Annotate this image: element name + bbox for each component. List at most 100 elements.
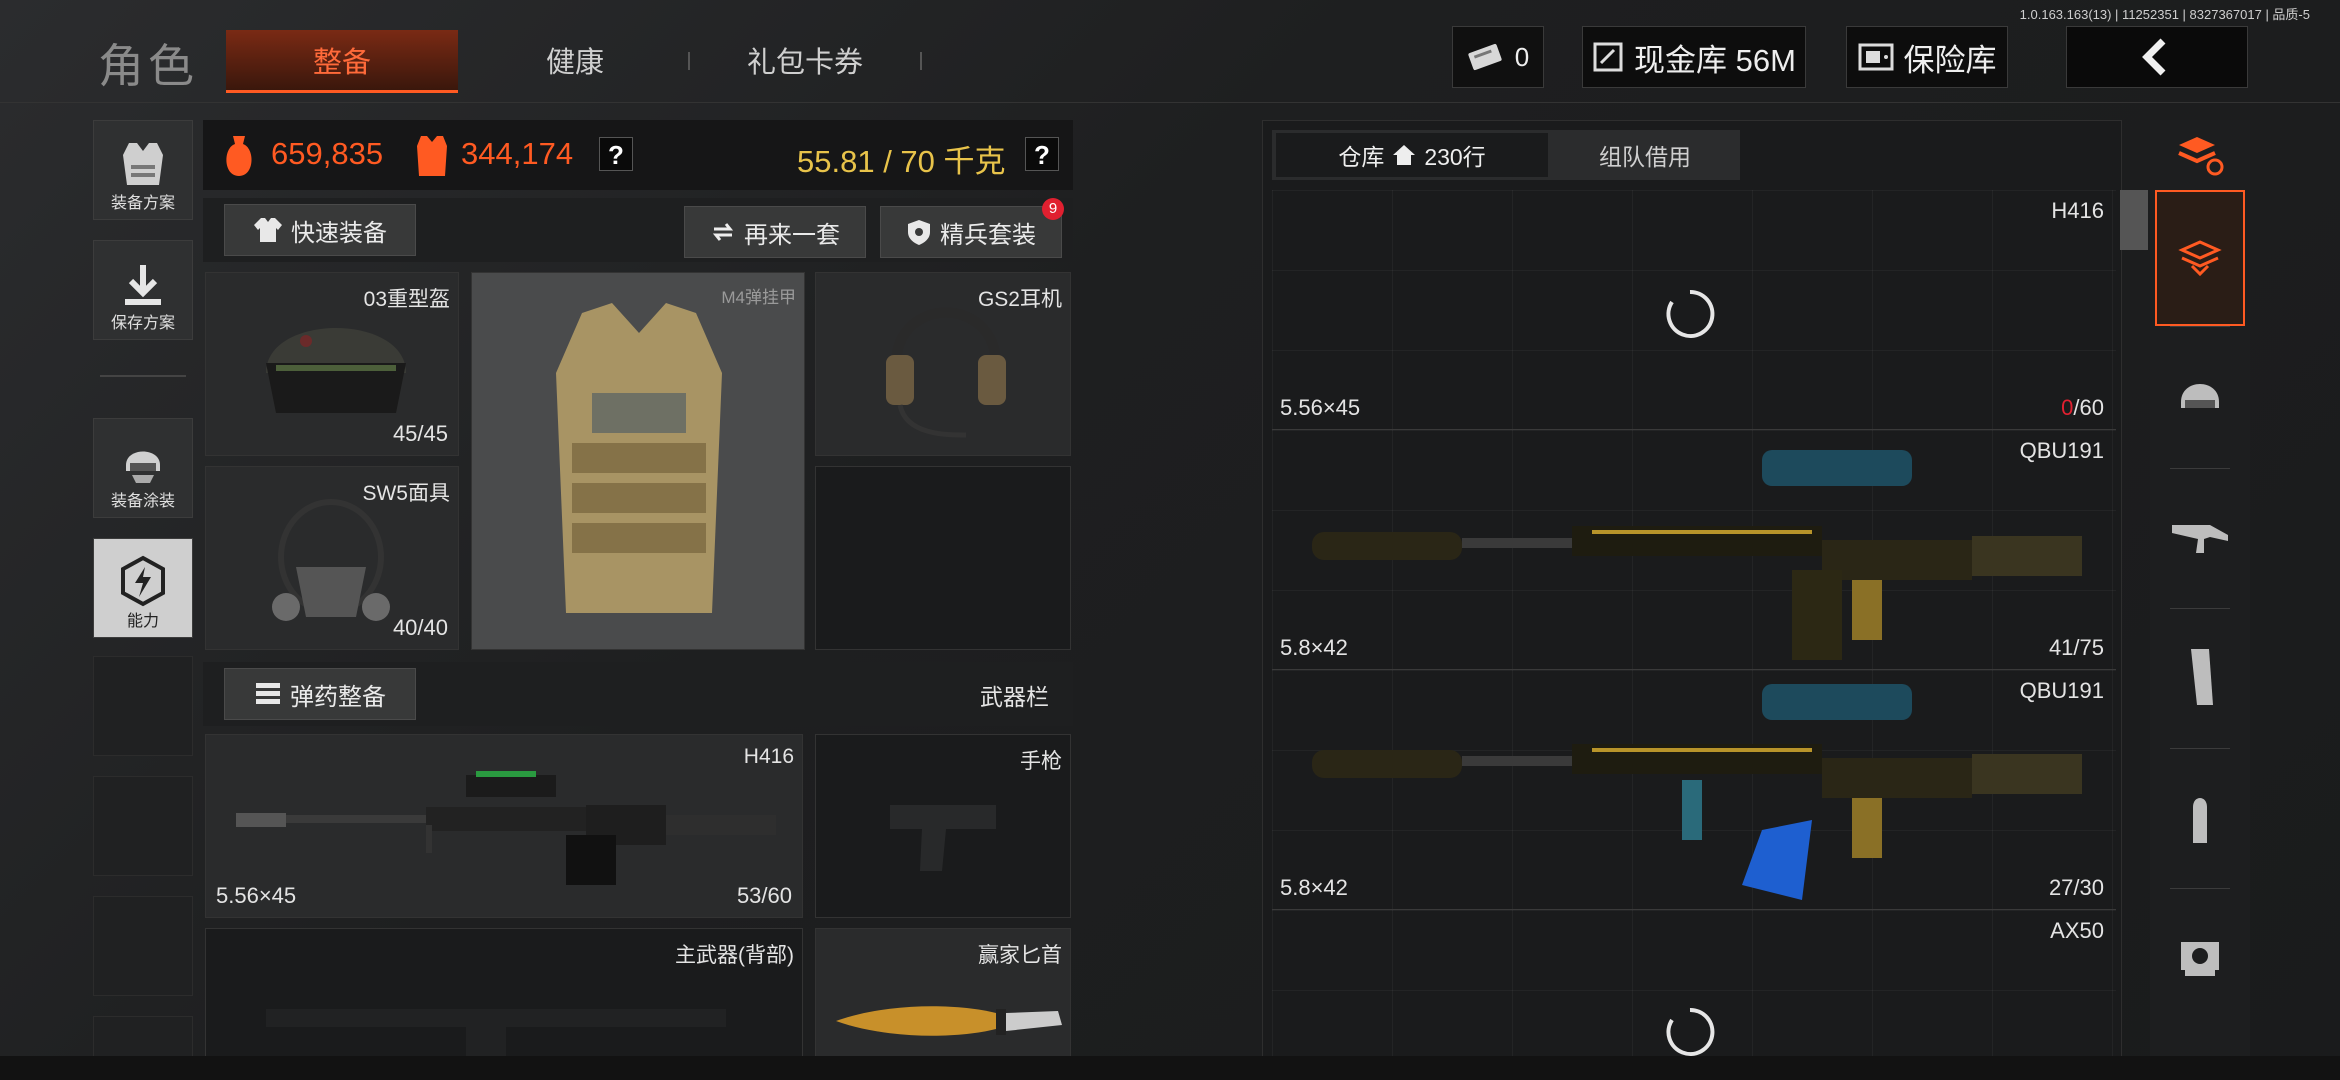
weight-text: 55.81 / 70 千克 xyxy=(797,144,1006,179)
quick-equip-button[interactable]: 快速装备 xyxy=(224,204,416,256)
category-storage[interactable] xyxy=(2155,190,2245,326)
ammo-button[interactable]: 弹药整备 xyxy=(224,668,416,720)
magazine-icon xyxy=(2191,649,2213,705)
home-icon xyxy=(1393,145,1416,165)
storage-item-ammo: 0/60 xyxy=(2061,395,2104,421)
category-scope[interactable] xyxy=(2155,912,2245,1002)
layers-refresh-icon xyxy=(2178,137,2224,176)
headset-slot[interactable]: GS2耳机 xyxy=(815,272,1071,456)
save-plan-button[interactable]: 保存方案 xyxy=(93,240,193,340)
storage-item-name: H416 xyxy=(2051,198,2104,223)
tab-equip[interactable]: 整备 xyxy=(226,30,458,93)
storage-item-ammo-max: /60 xyxy=(2073,395,2104,420)
loading-icon xyxy=(1666,289,1715,338)
shirt-icon xyxy=(254,218,282,242)
stats-bar: 659,835 344,174 ? 55.81 / 70 千克 ? xyxy=(203,120,1073,190)
primary-weapon-name: H416 xyxy=(743,745,794,768)
primary-weapon-ammo: 53/60 xyxy=(736,883,792,908)
storage-scrollbar[interactable] xyxy=(2120,190,2148,250)
qbu191-image xyxy=(1312,450,2082,660)
helmet-slot[interactable]: 03重型盔 45/45 xyxy=(205,272,459,456)
helmet-icon xyxy=(2181,384,2219,408)
gear-value: 344,174 xyxy=(461,136,574,171)
rifle-icon xyxy=(2172,525,2228,553)
empty-gear-slot[interactable] xyxy=(815,466,1071,650)
ability-button[interactable]: 能力 xyxy=(93,538,193,638)
tab-health[interactable]: 健康 xyxy=(460,30,690,90)
storage-layers-icon xyxy=(2178,240,2222,277)
cash-vault-button[interactable]: 现金库 56M xyxy=(1582,26,1806,88)
empty-slot xyxy=(93,776,193,876)
ticket-counter[interactable]: 0 xyxy=(1452,26,1544,88)
help-button[interactable]: ? xyxy=(599,137,633,171)
primary-weapon-caliber: 5.56×45 xyxy=(216,883,297,908)
category-magazine[interactable] xyxy=(2155,632,2245,722)
category-ammo[interactable] xyxy=(2155,772,2245,862)
tab-team-borrow[interactable]: 组队借用 xyxy=(1552,133,1738,177)
primary-weapon-slot[interactable]: H416 5.56×45 53/60 xyxy=(205,734,803,918)
storage-item[interactable]: QBU191 5.8×42 27/30 xyxy=(1272,670,2116,910)
storage-item-ammo-current: 0 xyxy=(2061,395,2074,420)
storage-item-name: QBU191 xyxy=(2019,438,2104,463)
storage-item-caliber: 5.56×45 xyxy=(1280,395,1361,420)
tab-storage[interactable]: 仓库 230行 xyxy=(1276,133,1548,177)
mask-durability: 40/40 xyxy=(392,615,448,640)
safe-button[interactable]: 保险库 xyxy=(1846,26,2008,88)
safe-label: 保险库 xyxy=(1903,42,1997,78)
elite-set-label: 精兵套装 xyxy=(940,221,1036,249)
back-arrow-icon xyxy=(2142,38,2166,76)
loadout-plan-button[interactable]: 装备方案 xyxy=(93,120,193,220)
storage-item[interactable]: H416 5.56×45 0/60 xyxy=(1272,190,2116,430)
storage-item[interactable]: AX50 xyxy=(1272,910,2116,1060)
storage-item-caliber: 5.8×42 xyxy=(1280,635,1348,660)
tab-gift[interactable]: 礼包卡券 xyxy=(690,30,920,90)
skin-button[interactable]: 装备涂装 xyxy=(93,418,193,518)
storage-rows: 230行 xyxy=(1424,144,1486,170)
knife-image xyxy=(836,1006,1062,1036)
sight-icon xyxy=(2181,942,2219,976)
armor-slot[interactable]: M4弹挂甲 xyxy=(471,272,805,650)
category-weapon[interactable] xyxy=(2155,492,2245,582)
top-bar: 角色 整备 健康 礼包卡券 0 现金库 56M 保险库 xyxy=(0,0,2340,103)
back-button[interactable] xyxy=(2066,26,2248,88)
helmet-skin-icon xyxy=(126,451,160,483)
skin-label: 装备涂装 xyxy=(110,493,175,510)
storage-item-ammo: 27/30 xyxy=(2048,875,2104,900)
mask-name: SW5面具 xyxy=(362,482,450,505)
storage-item[interactable]: QBU191 5.8×42 41/75 xyxy=(1272,430,2116,670)
category-helmet[interactable] xyxy=(2155,350,2245,440)
ammo-label: 弹药整备 xyxy=(290,683,386,711)
armor-image xyxy=(556,303,722,613)
mask-slot[interactable]: SW5面具 40/40 xyxy=(205,466,459,650)
quick-equip-label: 快速装备 xyxy=(291,219,387,247)
loadout-plan-label: 装备方案 xyxy=(110,195,175,212)
bullet-icon xyxy=(2193,798,2207,843)
h416-image xyxy=(236,771,776,885)
back-weapon-slot-name: 主武器(背部) xyxy=(675,944,794,967)
again-button[interactable]: 再来一套 xyxy=(684,206,866,258)
ticket-icon xyxy=(1468,43,1502,71)
vest-icon xyxy=(123,143,163,185)
divider xyxy=(100,375,186,377)
refresh-icon xyxy=(712,223,734,241)
save-plan-label: 保存方案 xyxy=(110,315,175,332)
storage-item-name: QBU191 xyxy=(2019,678,2104,703)
download-icon xyxy=(125,265,161,305)
page-title: 角色 xyxy=(98,40,198,92)
ability-icon xyxy=(121,555,165,607)
pistol-slot[interactable]: 手枪 xyxy=(815,734,1071,918)
shield-icon xyxy=(908,220,930,245)
storage-item-caliber: 5.8×42 xyxy=(1280,875,1348,900)
storage-tab-label: 仓库 xyxy=(1338,144,1385,170)
ticket-count: 0 xyxy=(1514,41,1530,72)
category-all[interactable] xyxy=(2155,110,2245,200)
value-bag-icon xyxy=(226,136,252,176)
bottom-strip xyxy=(0,1056,2340,1080)
elite-set-button[interactable]: 精兵套装 xyxy=(880,206,1062,258)
pistol-placeholder-icon xyxy=(890,805,996,871)
qbu191-image xyxy=(1312,684,2082,900)
weight-help-button[interactable]: ? xyxy=(1025,137,1059,171)
loading-icon xyxy=(1666,1007,1715,1056)
pistol-slot-name: 手枪 xyxy=(1020,750,1062,773)
helmet-name: 03重型盔 xyxy=(363,288,450,311)
